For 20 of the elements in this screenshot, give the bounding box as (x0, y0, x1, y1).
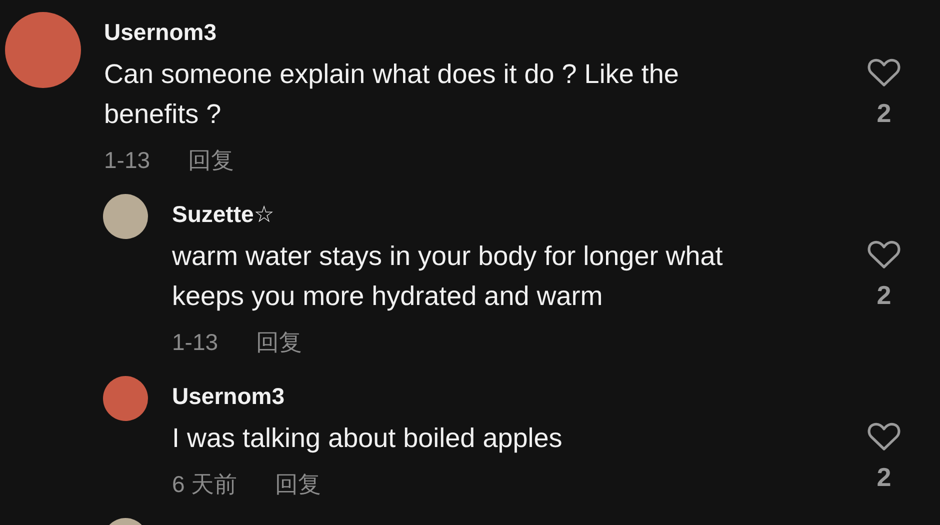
reply-link[interactable]: 回复 (188, 140, 234, 180)
heart-icon[interactable] (867, 422, 901, 452)
comment-date: 1-13 (172, 328, 218, 357)
like-count: 2 (876, 280, 892, 310)
comment-date: 1-13 (104, 146, 150, 175)
heart-icon[interactable] (867, 240, 901, 270)
username[interactable]: Usernom3 (172, 382, 284, 410)
heart-icon[interactable] (867, 58, 901, 88)
avatar[interactable] (103, 194, 148, 239)
avatar[interactable] (103, 376, 148, 421)
like-count: 2 (876, 98, 892, 128)
username[interactable]: Usernom3 (104, 18, 216, 46)
comment-date: 6 天前 (172, 470, 238, 499)
username[interactable]: Suzette☆ (172, 200, 274, 228)
reply-link[interactable]: 回复 (256, 322, 302, 362)
reply-link[interactable]: 回复 (275, 464, 322, 504)
comment-text: I was talking about boiled apples (172, 422, 564, 455)
comment-text: Can someone explain what does it do ? Like the benefits ? (104, 58, 680, 131)
like-count: 2 (876, 462, 892, 492)
comment-text: warm water stays in your body for longer what keeps you more hydrated and warm (172, 240, 724, 313)
